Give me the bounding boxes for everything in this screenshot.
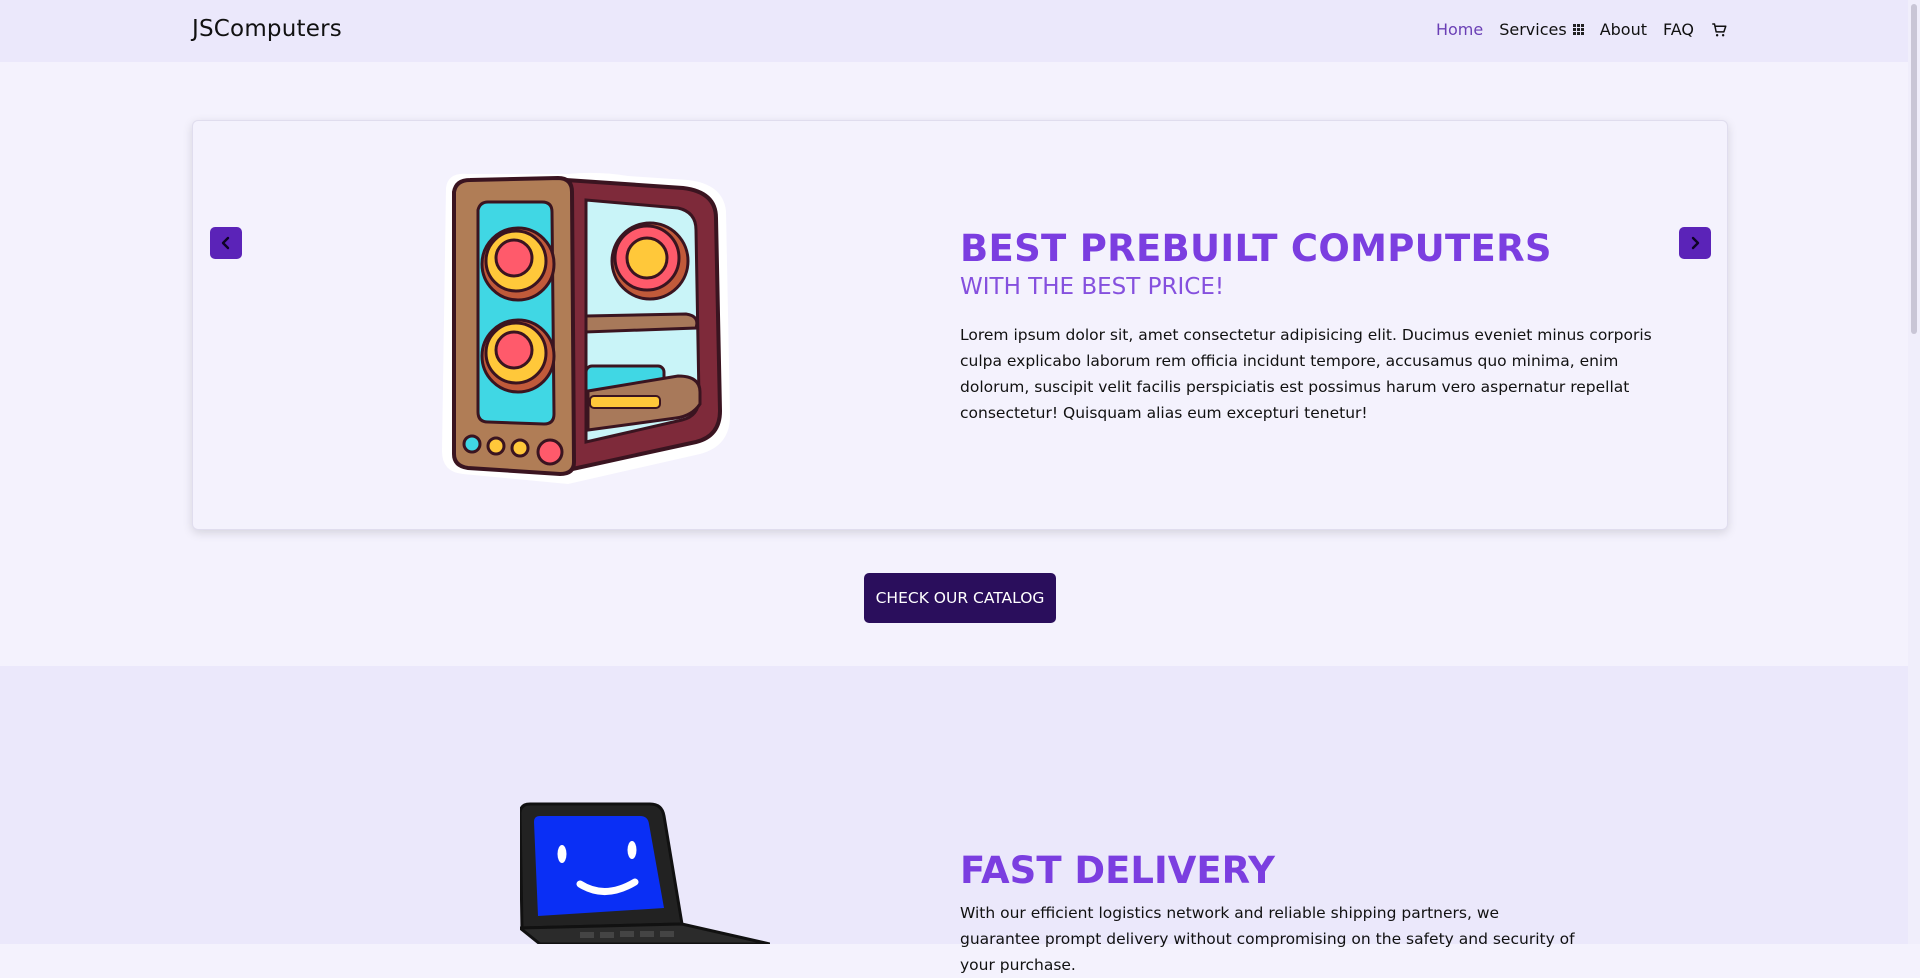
chevron-left-icon	[221, 236, 230, 250]
hero-carousel: BEST PREBUILT COMPUTERS WITH THE BEST PR…	[192, 120, 1728, 530]
page-scrollbar[interactable]	[1908, 0, 1920, 944]
cart-button[interactable]	[1710, 21, 1728, 39]
delivery-text: FAST DELIVERY With our efficient logisti…	[960, 849, 1580, 978]
check-catalog-button[interactable]: CHECK OUR CATALOG	[864, 573, 1056, 623]
nav-links: Home Services About FAQ	[1436, 20, 1728, 39]
scrollbar-thumb[interactable]	[1911, 4, 1917, 334]
hero-title: BEST PREBUILT COMPUTERS	[960, 227, 1552, 270]
nav-services[interactable]: Services	[1499, 20, 1584, 39]
delivery-title: FAST DELIVERY	[960, 849, 1275, 892]
delivery-section: FAST DELIVERY With our efficient logisti…	[0, 666, 1908, 974]
grid-icon	[1572, 24, 1584, 35]
hero-description: Lorem ipsum dolor sit, amet consectetur …	[960, 326, 1652, 422]
hero-subtitle: WITH THE BEST PRICE!	[960, 274, 1225, 300]
carousel-prev-button[interactable]	[210, 227, 242, 259]
nav-home[interactable]: Home	[1436, 20, 1483, 39]
laptop-illustration	[520, 802, 770, 944]
nav-about[interactable]: About	[1600, 20, 1647, 39]
pc-tower-illustration	[442, 172, 730, 484]
nav-services-label: Services	[1499, 20, 1567, 39]
hero-text: BEST PREBUILT COMPUTERS WITH THE BEST PR…	[960, 227, 1690, 426]
cart-icon	[1712, 22, 1727, 36]
navbar: JSComputers Home Services About FAQ	[0, 0, 1920, 62]
brand-logo[interactable]: JSComputers	[192, 16, 342, 42]
delivery-description: With our efficient logistics network and…	[960, 904, 1575, 974]
chevron-right-icon	[1691, 236, 1700, 250]
nav-faq[interactable]: FAQ	[1663, 20, 1694, 39]
